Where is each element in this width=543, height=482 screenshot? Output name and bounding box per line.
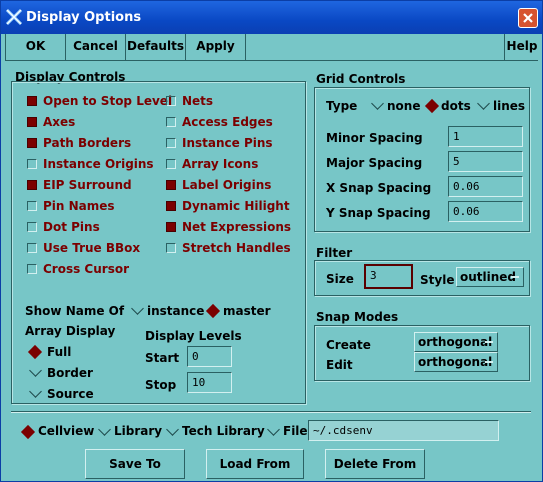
checkbox-label: Cross Cursor: [43, 262, 130, 276]
checkbox-label: Net Expressions: [182, 220, 292, 234]
cancel-button[interactable]: Cancel: [66, 34, 126, 60]
checkbox[interactable]: [27, 180, 37, 190]
close-icon[interactable]: [518, 8, 538, 28]
defaults-button[interactable]: Defaults: [126, 34, 186, 60]
x-snap-spacing-label: X Snap Spacing: [326, 181, 432, 195]
checkbox[interactable]: [27, 96, 37, 106]
separator: [11, 411, 531, 413]
radio-label-lines: lines: [493, 99, 526, 113]
checkbox-label: Instance Pins: [182, 136, 273, 150]
checkbox-label: Instance Origins: [43, 157, 154, 171]
y-snap-spacing-label: Y Snap Spacing: [326, 206, 431, 220]
load-from-button[interactable]: Load From: [206, 449, 304, 479]
checkbox-label: Stretch Handles: [182, 241, 291, 255]
checkbox-label: Axes: [43, 115, 76, 129]
major-spacing-label: Major Spacing: [326, 156, 423, 170]
dropdown-indicator-icon: [485, 361, 493, 363]
file-path-input[interactable]: ~/.cdsenv: [308, 420, 499, 441]
checkbox-label: Dot Pins: [43, 220, 100, 234]
filter-size-input[interactable]: 3: [364, 264, 413, 289]
start-label: Start: [145, 351, 180, 365]
snap-modes-title: Snap Modes: [316, 310, 399, 324]
checkbox[interactable]: [166, 138, 176, 148]
radio-off-icon[interactable]: [267, 423, 280, 436]
checkbox[interactable]: [166, 96, 176, 106]
x-snap-spacing-input[interactable]: 0.06: [448, 176, 523, 197]
radio-label-instance: instance: [147, 304, 205, 318]
snap-create-label: Create: [326, 338, 371, 352]
checkbox[interactable]: [166, 201, 176, 211]
dropdown-value: orthogonal: [418, 355, 493, 369]
dropdown-value: orthogonal: [418, 335, 493, 349]
checkbox-label: Use True BBox: [43, 241, 141, 255]
checkbox-label: EIP Surround: [43, 178, 132, 192]
display-levels-label: Display Levels: [145, 329, 242, 343]
checkbox[interactable]: [166, 180, 176, 190]
checkbox-label: Dynamic Hilight: [182, 199, 290, 213]
y-snap-spacing-input[interactable]: 0.06: [448, 201, 523, 222]
array-display-label: Array Display: [25, 324, 116, 338]
x-logo-icon: [5, 8, 23, 30]
radio-label-dots: dots: [441, 99, 471, 113]
checkbox[interactable]: [27, 264, 37, 274]
dropdown-indicator-icon: [485, 341, 493, 343]
minor-spacing-label: Minor Spacing: [326, 131, 423, 145]
radio-label-border: Border: [47, 366, 93, 380]
radio-label-file: File: [283, 424, 308, 438]
radio-off-icon[interactable]: [98, 423, 111, 436]
checkbox-label: Access Edges: [182, 115, 273, 129]
minor-spacing-input[interactable]: 1: [448, 126, 523, 147]
delete-from-button[interactable]: Delete From: [325, 449, 425, 479]
radio-label-none: none: [387, 99, 421, 113]
snap-edit-dropdown[interactable]: orthogonal: [414, 352, 498, 372]
filter-style-label: Style: [420, 273, 455, 287]
radio-on-icon[interactable]: [20, 424, 36, 440]
stop-level-input[interactable]: 10: [187, 372, 232, 393]
snap-edit-label: Edit: [326, 358, 353, 372]
stop-label: Stop: [145, 378, 177, 392]
checkbox[interactable]: [27, 243, 37, 253]
grid-controls-title: Grid Controls: [316, 72, 406, 86]
checkbox[interactable]: [27, 222, 37, 232]
checkbox[interactable]: [27, 159, 37, 169]
grid-type-label: Type: [326, 99, 358, 113]
checkbox[interactable]: [27, 201, 37, 211]
filter-style-dropdown[interactable]: outlined: [456, 267, 524, 287]
radio-label-library: Library: [114, 424, 163, 438]
snap-create-dropdown[interactable]: orthogonal: [414, 332, 498, 352]
checkbox-label: Pin Names: [43, 199, 115, 213]
apply-button[interactable]: Apply: [186, 34, 246, 60]
window-title: Display Options: [26, 10, 142, 25]
filter-size-label: Size: [326, 272, 354, 286]
radio-label-full: Full: [47, 345, 72, 359]
help-button[interactable]: Help: [504, 34, 539, 60]
radio-off-icon[interactable]: [166, 423, 179, 436]
checkbox-label: Label Origins: [182, 178, 272, 192]
filter-title: Filter: [316, 246, 353, 260]
checkbox-label: Array Icons: [182, 157, 259, 171]
start-level-input[interactable]: 0: [187, 346, 232, 367]
checkbox[interactable]: [27, 138, 37, 148]
display-options-window: Display Options OK Cancel Defaults Apply…: [0, 0, 543, 482]
dropdown-value: outlined: [460, 270, 517, 284]
dropdown-indicator-icon: [511, 276, 519, 278]
checkbox-label: Nets: [182, 94, 214, 108]
checkbox[interactable]: [166, 243, 176, 253]
save-to-button[interactable]: Save To: [85, 449, 185, 479]
major-spacing-input[interactable]: 5: [448, 151, 523, 172]
radio-label-master: master: [223, 304, 271, 318]
ok-button[interactable]: OK: [6, 34, 66, 60]
show-name-of-label: Show Name Of: [25, 304, 125, 318]
radio-label-source: Source: [47, 387, 94, 401]
checkbox-label: Path Borders: [43, 136, 132, 150]
checkbox[interactable]: [166, 222, 176, 232]
radio-label-tech-library: Tech Library: [182, 424, 265, 438]
radio-label-cellview: Cellview: [38, 424, 95, 438]
toolbar: OK Cancel Defaults Apply Help: [5, 34, 539, 61]
checkbox-label: Open to Stop Level: [43, 94, 173, 108]
checkbox[interactable]: [166, 117, 176, 127]
checkbox[interactable]: [166, 159, 176, 169]
title-bar[interactable]: Display Options: [1, 1, 542, 34]
checkbox[interactable]: [27, 117, 37, 127]
